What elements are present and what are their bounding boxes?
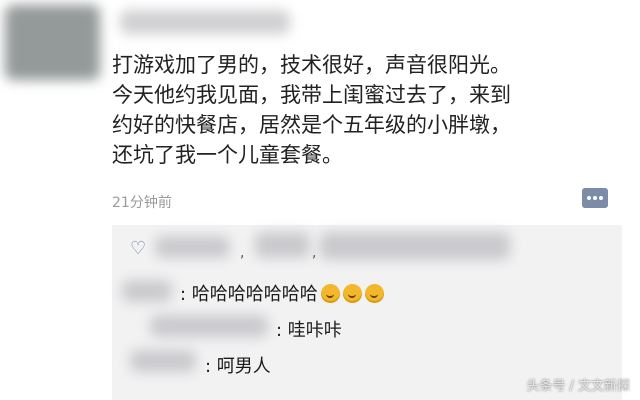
dot-icon bbox=[599, 196, 603, 200]
like-separator: , bbox=[312, 245, 317, 261]
commenter-name-blurred bbox=[150, 315, 268, 337]
post-timestamp: 21分钟前 bbox=[112, 195, 172, 211]
post-line: 打游戏加了男的，技术很好，声音很阳光。 bbox=[112, 53, 511, 77]
thinking-face-emoji bbox=[364, 284, 384, 303]
post-line: 今天他约我见面，我带上闺蜜过去了，来到 bbox=[112, 83, 511, 107]
dot-icon bbox=[593, 196, 597, 200]
avatar-blurred bbox=[5, 5, 100, 80]
comment-text: : 哇咔咔 bbox=[276, 320, 342, 341]
liker-name-blurred bbox=[320, 232, 510, 260]
commenter-name-blurred bbox=[122, 280, 172, 302]
comment-item: : 呵男人 bbox=[205, 352, 271, 378]
post-line: 还坑了我一个儿童套餐。 bbox=[112, 143, 343, 167]
comment-more-button[interactable] bbox=[582, 188, 608, 208]
dot-icon bbox=[587, 196, 591, 200]
comment-text: : 哈哈哈哈哈哈哈 bbox=[180, 284, 318, 305]
like-heart-icon: ♡ bbox=[130, 238, 147, 259]
thinking-face-emoji bbox=[320, 284, 340, 303]
commenter-name-blurred bbox=[130, 350, 196, 372]
comment-item: : 哈哈哈哈哈哈哈 bbox=[180, 280, 384, 306]
username-blurred bbox=[120, 10, 290, 34]
comment-text: : 呵男人 bbox=[205, 356, 271, 377]
like-separator: , bbox=[240, 245, 245, 261]
post-text: 打游戏加了男的，技术很好，声音很阳光。 今天他约我见面，我带上闺蜜过去了，来到 … bbox=[112, 50, 612, 170]
comment-item: : 哇咔咔 bbox=[276, 316, 342, 342]
liker-name-blurred bbox=[255, 232, 310, 258]
post-line: 约好的快餐店，居然是个五年级的小胖墩， bbox=[112, 113, 511, 137]
watermark: 头条号 / 文文新探 bbox=[526, 379, 630, 394]
liker-name-blurred bbox=[155, 236, 230, 258]
thinking-face-emoji bbox=[342, 284, 362, 303]
